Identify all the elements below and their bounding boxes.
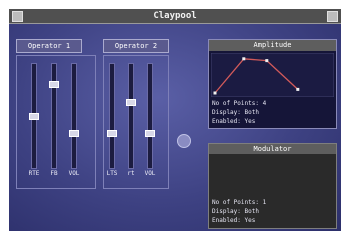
slider-label: RTE <box>28 170 40 177</box>
modulator-title: Modulator <box>209 144 336 154</box>
slider-handle[interactable] <box>29 113 39 120</box>
tab-operator-1[interactable]: Operator 1 <box>16 39 82 53</box>
slider-handle[interactable] <box>49 81 59 88</box>
modulator-enabled-status: Enabled: Yes <box>212 217 256 224</box>
slider-handle[interactable] <box>69 130 79 137</box>
envelope-point[interactable] <box>213 91 217 95</box>
operator-1-slider-2[interactable] <box>51 63 57 169</box>
operator-2-slider-3[interactable] <box>147 63 153 169</box>
envelope-point[interactable] <box>265 59 269 63</box>
window-title: Claypool <box>153 11 197 21</box>
slider-handle[interactable] <box>126 99 136 106</box>
envelope-enabled-status: Enabled: Yes <box>212 118 256 125</box>
slider-handle[interactable] <box>145 130 155 137</box>
operator-2-slider-2[interactable] <box>128 63 134 169</box>
envelope-graph[interactable] <box>211 53 334 97</box>
operator-2-slider-1[interactable] <box>109 63 115 169</box>
envelope-title: Amplitude <box>209 40 336 51</box>
modulation-knob[interactable] <box>177 134 191 148</box>
slider-label: FB <box>50 170 58 177</box>
operator-1-slider-3[interactable] <box>71 63 77 169</box>
modulator-points-count: No of Points: 1 <box>212 199 267 206</box>
slider-label: VOL <box>144 170 156 177</box>
envelope-points-count: No of Points: 4 <box>212 100 267 107</box>
title-bar: Claypool <box>9 9 341 24</box>
envelope-display-mode: Display: Both <box>212 109 259 116</box>
envelope-point[interactable] <box>296 87 300 91</box>
modulator-panel: Modulator No of Points: 1 Display: Both … <box>208 143 337 229</box>
tab-operator-2[interactable]: Operator 2 <box>103 39 169 53</box>
envelope-panel: Amplitude No of Points: 4 Display: Both … <box>208 39 337 129</box>
app-window: Claypool Operator 1 RTE FB VOL Operator … <box>9 9 341 231</box>
slider-handle[interactable] <box>107 130 117 137</box>
window-close-button[interactable] <box>327 11 338 22</box>
envelope-point[interactable] <box>242 57 246 61</box>
modulator-display-mode: Display: Both <box>212 208 259 215</box>
slider-label: VOL <box>68 170 80 177</box>
